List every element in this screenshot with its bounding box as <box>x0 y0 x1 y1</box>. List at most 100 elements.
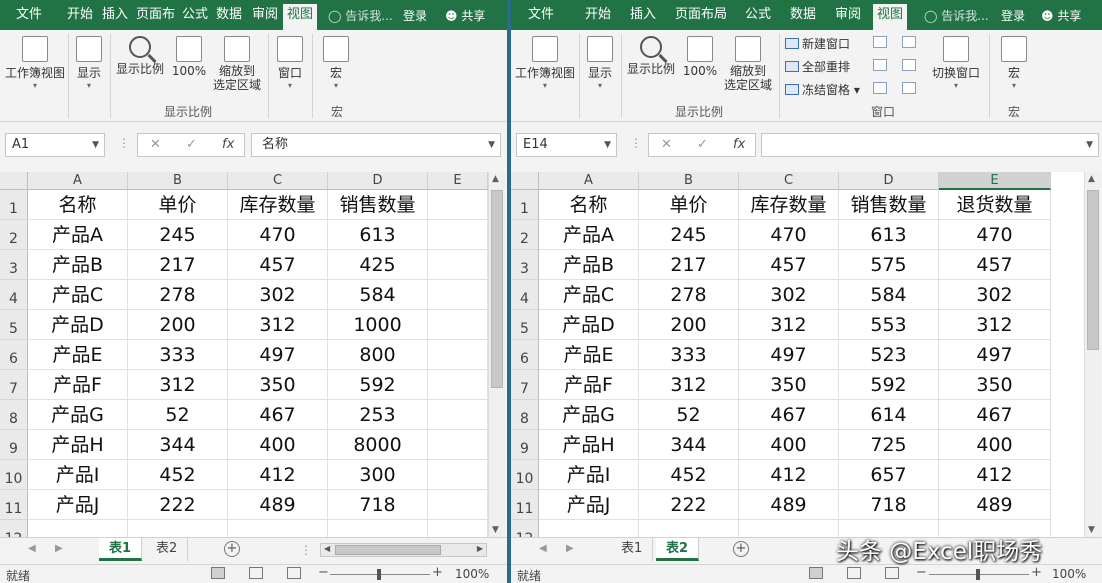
cell-D2[interactable]: 613 <box>328 220 428 250</box>
drag-handle-icon[interactable]: ⋮ <box>118 136 130 150</box>
cell-E9[interactable] <box>428 430 488 460</box>
row-header-12[interactable]: 12 <box>0 520 28 537</box>
tab-review[interactable]: 审阅 <box>252 6 278 30</box>
cell-B1[interactable]: 单价 <box>639 190 739 220</box>
scroll-down-icon[interactable]: ▼ <box>1088 525 1095 535</box>
cell-C5[interactable]: 312 <box>739 310 839 340</box>
scroll-up-icon[interactable]: ▲ <box>1088 174 1095 184</box>
scroll-up-icon[interactable]: ▲ <box>492 174 499 184</box>
scroll-thumb[interactable] <box>1087 190 1099 350</box>
zoom-in-icon[interactable]: + <box>1031 565 1042 580</box>
cell-B9[interactable]: 344 <box>639 430 739 460</box>
cell-D7[interactable]: 592 <box>328 370 428 400</box>
row-header-3[interactable]: 3 <box>511 250 539 280</box>
cell-C7[interactable]: 350 <box>228 370 328 400</box>
zoom-slider-knob[interactable] <box>976 569 980 580</box>
page-layout-view-icon[interactable] <box>249 567 263 579</box>
cell-E3[interactable]: 457 <box>939 250 1051 280</box>
add-sheet-icon[interactable]: + <box>224 541 240 557</box>
cell-B9[interactable]: 344 <box>128 430 228 460</box>
cell-C8[interactable]: 467 <box>739 400 839 430</box>
tab-formulas[interactable]: 公式 <box>182 6 208 30</box>
tab-page-layout[interactable]: 页面布局 <box>675 6 727 30</box>
cell-A9[interactable]: 产品H <box>28 430 128 460</box>
row-header-4[interactable]: 4 <box>511 280 539 310</box>
cell-C10[interactable]: 412 <box>228 460 328 490</box>
row-header-9[interactable]: 9 <box>0 430 28 460</box>
expand-formula-icon[interactable]: ▼ <box>1086 134 1093 156</box>
row-header-3[interactable]: 3 <box>0 250 28 280</box>
zoom-slider-knob[interactable] <box>377 569 381 580</box>
cancel-icon[interactable]: ✕ <box>150 134 161 156</box>
row-header-1[interactable]: 1 <box>511 190 539 220</box>
cell-C2[interactable]: 470 <box>228 220 328 250</box>
enter-icon[interactable]: ✓ <box>186 134 197 156</box>
tab-insert[interactable]: 插入 <box>102 6 128 30</box>
cell-A5[interactable]: 产品D <box>28 310 128 340</box>
row-header-1[interactable]: 1 <box>0 190 28 220</box>
zoom-in-icon[interactable]: + <box>432 565 443 580</box>
row-header-11[interactable]: 11 <box>511 490 539 520</box>
cell-B2[interactable]: 245 <box>639 220 739 250</box>
cell-D4[interactable]: 584 <box>328 280 428 310</box>
enter-icon[interactable]: ✓ <box>697 134 708 156</box>
cell-E1[interactable]: 退货数量 <box>939 190 1051 220</box>
switch-windows-button[interactable]: 切换窗口 ▾ <box>931 36 981 90</box>
cell-C3[interactable]: 457 <box>739 250 839 280</box>
tab-data[interactable]: 数据 <box>790 6 816 30</box>
freeze-panes-button[interactable]: 冻结窗格 ▾ <box>785 81 860 98</box>
row-header-7[interactable]: 7 <box>511 370 539 400</box>
cell-A5[interactable]: 产品D <box>539 310 639 340</box>
page-break-view-icon[interactable] <box>885 567 899 579</box>
cell-C4[interactable]: 302 <box>228 280 328 310</box>
zoom-to-selection-button[interactable]: 缩放到 选定区域 <box>211 36 263 92</box>
row-header-8[interactable]: 8 <box>511 400 539 430</box>
cell-C8[interactable]: 467 <box>228 400 328 430</box>
cell-B5[interactable]: 200 <box>128 310 228 340</box>
cell-A10[interactable]: 产品I <box>539 460 639 490</box>
cell-C9[interactable]: 400 <box>228 430 328 460</box>
page-layout-view-icon[interactable] <box>847 567 861 579</box>
column-header-B[interactable]: B <box>639 172 739 190</box>
cell-D9[interactable]: 8000 <box>328 430 428 460</box>
cell-E8[interactable] <box>428 400 488 430</box>
workbook-views-button[interactable]: 工作簿视图 ▾ <box>514 36 576 90</box>
cell-E12[interactable] <box>428 520 488 537</box>
cell-E5[interactable] <box>428 310 488 340</box>
cell-D1[interactable]: 销售数量 <box>839 190 939 220</box>
cell-C2[interactable]: 470 <box>739 220 839 250</box>
add-sheet-icon[interactable]: + <box>733 541 749 557</box>
row-header-7[interactable]: 7 <box>0 370 28 400</box>
scroll-down-icon[interactable]: ▼ <box>492 525 499 535</box>
name-box[interactable]: A1 ▼ <box>5 133 105 157</box>
row-header-10[interactable]: 10 <box>511 460 539 490</box>
cell-A1[interactable]: 名称 <box>28 190 128 220</box>
cell-B3[interactable]: 217 <box>639 250 739 280</box>
cell-E4[interactable]: 302 <box>939 280 1051 310</box>
view-side-by-side-icon[interactable] <box>902 36 916 48</box>
cell-D10[interactable]: 300 <box>328 460 428 490</box>
cell-E2[interactable]: 470 <box>939 220 1051 250</box>
cell-B7[interactable]: 312 <box>639 370 739 400</box>
formula-input[interactable]: 名称 ▼ <box>251 133 501 157</box>
tab-view[interactable]: 视图 <box>873 4 908 30</box>
cell-D3[interactable]: 575 <box>839 250 939 280</box>
cell-D11[interactable]: 718 <box>328 490 428 520</box>
cell-C6[interactable]: 497 <box>739 340 839 370</box>
cell-D1[interactable]: 销售数量 <box>328 190 428 220</box>
cell-A7[interactable]: 产品F <box>28 370 128 400</box>
zoom-to-selection-button[interactable]: 缩放到 选定区域 <box>722 36 774 92</box>
formula-input[interactable]: ▼ <box>761 133 1099 157</box>
zoom-level[interactable]: 100% <box>455 567 489 581</box>
cell-E4[interactable] <box>428 280 488 310</box>
share-button[interactable]: ☻ 共享 <box>445 7 485 24</box>
login-link[interactable]: 登录 <box>403 7 427 24</box>
name-box[interactable]: E14 ▼ <box>516 133 617 157</box>
cell-C4[interactable]: 302 <box>739 280 839 310</box>
cell-C7[interactable]: 350 <box>739 370 839 400</box>
zoom-button[interactable]: 显示比例 <box>115 36 165 77</box>
column-header-E[interactable]: E <box>428 172 488 190</box>
cell-C5[interactable]: 312 <box>228 310 328 340</box>
cell-A2[interactable]: 产品A <box>539 220 639 250</box>
cell-D8[interactable]: 614 <box>839 400 939 430</box>
